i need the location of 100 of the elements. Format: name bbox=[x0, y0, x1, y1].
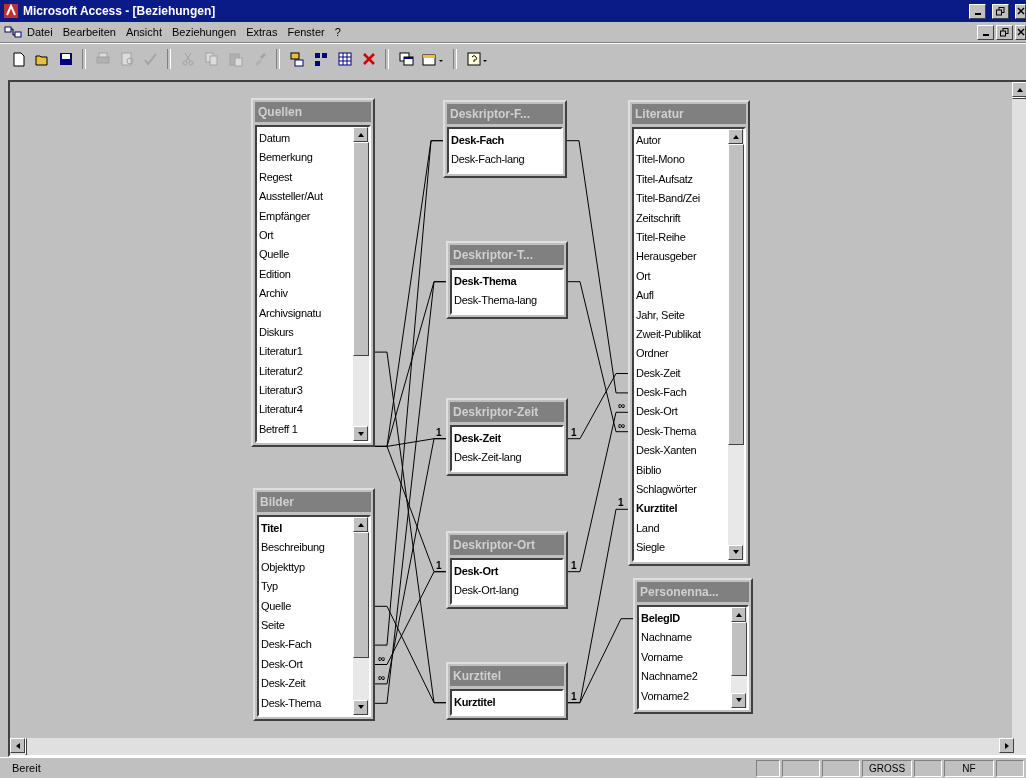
scrollbar[interactable] bbox=[353, 127, 369, 442]
field-item[interactable]: Autor bbox=[636, 131, 728, 151]
relationship-line[interactable] bbox=[374, 281, 447, 704]
table-window[interactable]: Kurztitel Kurztitel bbox=[446, 662, 568, 721]
field-item[interactable]: BelegID bbox=[641, 609, 731, 629]
field-item[interactable]: Desk-Fach bbox=[451, 131, 561, 151]
field-item[interactable]: Diskurs bbox=[259, 322, 353, 343]
field-item[interactable]: Objekttyp bbox=[261, 557, 353, 578]
field-item[interactable]: Biblio bbox=[636, 460, 728, 481]
field-item[interactable]: Empfänger bbox=[259, 206, 353, 226]
field-item[interactable]: Zweit-Publikat bbox=[636, 324, 728, 345]
table-window[interactable]: Quellen Datum Bemerkung Regest Aussteller/Aut Empfänger Ort Quelle Edition Archiv Archivsignatu Diskurs Literatur1 Literatur2 Literatur3 Literatur4 Betreff 1 bbox=[251, 98, 375, 448]
table-window[interactable]: Personenna... BelegID Nachname Vorname Nachname2 Vorname2 bbox=[633, 578, 753, 714]
field-item[interactable]: Nachname bbox=[641, 628, 731, 648]
field-item[interactable]: Desk-Zeit bbox=[261, 674, 353, 694]
field-item[interactable]: Seite bbox=[261, 615, 353, 636]
scrollbar[interactable] bbox=[353, 517, 369, 715]
field-item[interactable]: Desk-Ort-lang bbox=[454, 581, 562, 601]
field-item[interactable]: Literatur4 bbox=[259, 400, 353, 420]
menu-item[interactable]: Bearbeiten bbox=[57, 26, 121, 38]
field-item[interactable]: Titel-Aufsatz bbox=[636, 169, 728, 190]
field-item[interactable]: Ordner bbox=[636, 344, 728, 364]
field-item[interactable]: Betreff 1 bbox=[259, 419, 353, 440]
table-window[interactable]: Deskriptor-Zeit Desk-Zeit Desk-Zeit-lang bbox=[446, 398, 568, 476]
relationship-line[interactable] bbox=[374, 571, 447, 665]
relationship-line[interactable] bbox=[567, 618, 634, 704]
field-item[interactable]: Desk-Thema-lang bbox=[454, 291, 562, 311]
horizontal-scrollbar[interactable] bbox=[10, 738, 1026, 755]
menu-item[interactable]: Beziehungen bbox=[167, 26, 242, 38]
relationships-icon[interactable] bbox=[4, 25, 22, 39]
scrollbar[interactable] bbox=[731, 607, 747, 708]
field-item[interactable]: Ort bbox=[259, 225, 353, 246]
table-window[interactable]: Deskriptor-F... Desk-Fach Desk-Fach-lang bbox=[443, 100, 567, 178]
field-item[interactable]: Aussteller/Aut bbox=[259, 187, 353, 207]
field-item[interactable]: Titel-Mono bbox=[636, 150, 728, 170]
field-item[interactable]: Desk-Fach-lang bbox=[451, 150, 561, 170]
field-item[interactable]: Desk-Zeit bbox=[454, 429, 562, 449]
field-item[interactable]: Desk-Xanten bbox=[636, 441, 728, 461]
relationship-line[interactable] bbox=[566, 140, 629, 394]
field-item[interactable]: Siegle bbox=[636, 538, 728, 558]
minimize-button[interactable] bbox=[977, 24, 994, 40]
field-item[interactable]: Datum bbox=[259, 129, 353, 149]
restore-button[interactable] bbox=[996, 24, 1013, 40]
field-item[interactable]: Bemerkung bbox=[259, 148, 353, 168]
menu-item[interactable]: Fenster bbox=[282, 26, 330, 38]
field-item[interactable]: Desk-Thema bbox=[454, 272, 562, 292]
field-item[interactable]: Desk-Ort bbox=[261, 654, 353, 675]
field-item[interactable]: Desk-Thema bbox=[261, 693, 353, 713]
field-item[interactable]: Ort bbox=[636, 266, 728, 287]
field-item[interactable]: Vorname bbox=[641, 647, 731, 668]
field-item[interactable]: Nachname2 bbox=[641, 667, 731, 687]
menu-item[interactable]: Ansicht bbox=[120, 26, 167, 38]
field-item[interactable]: Archivsignatu bbox=[259, 303, 353, 323]
menu-item[interactable]: ? bbox=[329, 26, 346, 38]
field-item[interactable]: Beschreibung bbox=[261, 538, 353, 558]
field-item[interactable]: Vorname2 bbox=[641, 686, 731, 706]
relationship-line[interactable] bbox=[374, 605, 447, 704]
field-item[interactable]: Desk-Ort bbox=[636, 402, 728, 422]
table-window[interactable]: Deskriptor-T... Desk-Thema Desk-Thema-lang bbox=[446, 241, 568, 319]
close-button[interactable] bbox=[1015, 3, 1026, 19]
table-window[interactable]: Deskriptor-Ort Desk-Ort Desk-Ort-lang bbox=[446, 531, 568, 609]
relationship-line[interactable] bbox=[567, 411, 629, 573]
table-window[interactable]: Bilder Titel Beschreibung Objekttyp Typ Quelle Seite Desk-Fach Desk-Ort Desk-Zeit Desk-Thema bbox=[253, 488, 375, 721]
field-item[interactable]: Desk-Fach bbox=[261, 635, 353, 655]
field-item[interactable]: Archiv bbox=[259, 284, 353, 304]
field-item[interactable]: Kurztitel bbox=[636, 499, 728, 519]
field-item[interactable]: Titel-Band/Zei bbox=[636, 189, 728, 209]
relationship-line[interactable] bbox=[567, 373, 629, 440]
vertical-scrollbar[interactable] bbox=[1012, 82, 1026, 738]
field-item[interactable]: Literatur3 bbox=[259, 381, 353, 401]
field-item[interactable]: Literatur2 bbox=[259, 361, 353, 382]
field-item[interactable]: Desk-Ort bbox=[454, 562, 562, 582]
field-item[interactable]: Schlagwörter bbox=[636, 480, 728, 500]
right-arrow-icon bbox=[1002, 741, 1011, 750]
minimize-button[interactable] bbox=[969, 3, 986, 19]
restore-button[interactable] bbox=[992, 3, 1009, 19]
field-item[interactable]: Typ bbox=[261, 577, 353, 597]
field-item[interactable]: Jahr, Seite bbox=[636, 305, 728, 325]
field-item[interactable]: Quelle bbox=[261, 596, 353, 616]
field-item[interactable]: Zeitschrift bbox=[636, 208, 728, 228]
table-window[interactable] bbox=[628, 100, 750, 566]
field-item[interactable]: Desk-Zeit bbox=[636, 363, 728, 384]
close-button[interactable] bbox=[1015, 24, 1026, 40]
field-item[interactable]: Titel-Reihe bbox=[636, 227, 728, 248]
field-item[interactable]: Literatur1 bbox=[259, 342, 353, 362]
relationship-line[interactable] bbox=[374, 140, 444, 646]
field-item[interactable]: Titel bbox=[261, 519, 353, 539]
field-item[interactable]: Quelle bbox=[259, 245, 353, 265]
field-item[interactable]: Land bbox=[636, 518, 728, 539]
relationship-line[interactable] bbox=[374, 438, 447, 685]
scrollbar[interactable] bbox=[728, 129, 744, 560]
field-item[interactable]: Aufl bbox=[636, 286, 728, 306]
menu-item[interactable]: Datei bbox=[22, 26, 58, 38]
field-item[interactable]: Desk-Fach bbox=[636, 383, 728, 403]
menu-item[interactable]: Extras bbox=[241, 26, 283, 38]
field-item[interactable]: Herausgeber bbox=[636, 247, 728, 267]
field-item[interactable]: Desk-Zeit-lang bbox=[454, 448, 562, 468]
field-item[interactable]: Desk-Thema bbox=[636, 421, 728, 442]
field-item[interactable]: Edition bbox=[259, 264, 353, 285]
field-item[interactable]: Regest bbox=[259, 167, 353, 188]
